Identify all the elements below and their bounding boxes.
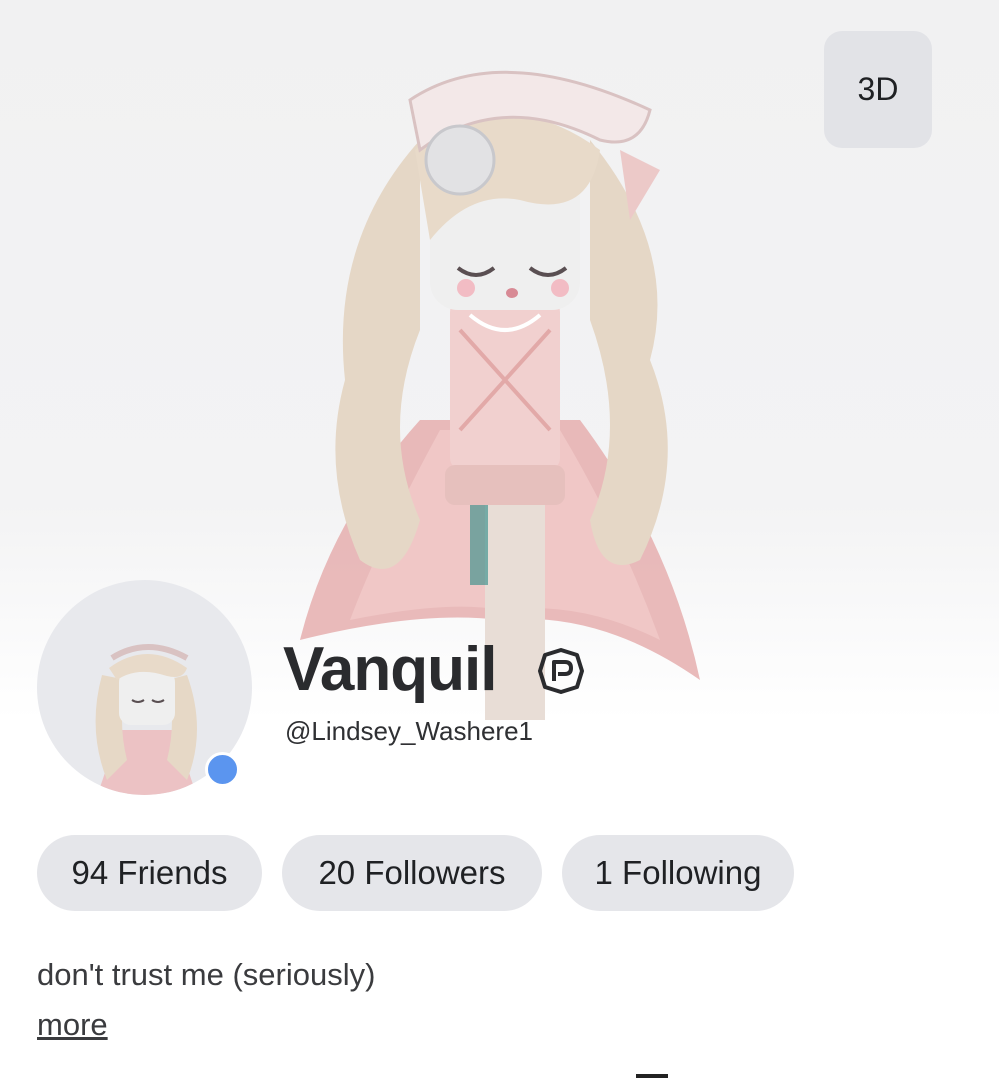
3d-view-toggle-button[interactable]: 3D <box>824 31 932 148</box>
friends-count-button[interactable]: 94 Friends <box>37 835 262 911</box>
online-status-indicator <box>205 752 240 787</box>
username-handle: @Lindsey_Washere1 <box>285 716 534 746</box>
profile-bio: don't trust me (seriously) <box>37 957 376 992</box>
bio-more-link[interactable]: more <box>37 1005 108 1045</box>
premium-badge-icon <box>538 648 584 694</box>
display-name: Vanquil <box>283 635 497 704</box>
followers-count-button[interactable]: 20 Followers <box>282 835 542 911</box>
following-count-button[interactable]: 1 Following <box>562 835 794 911</box>
cursor-indicator <box>636 1074 668 1078</box>
